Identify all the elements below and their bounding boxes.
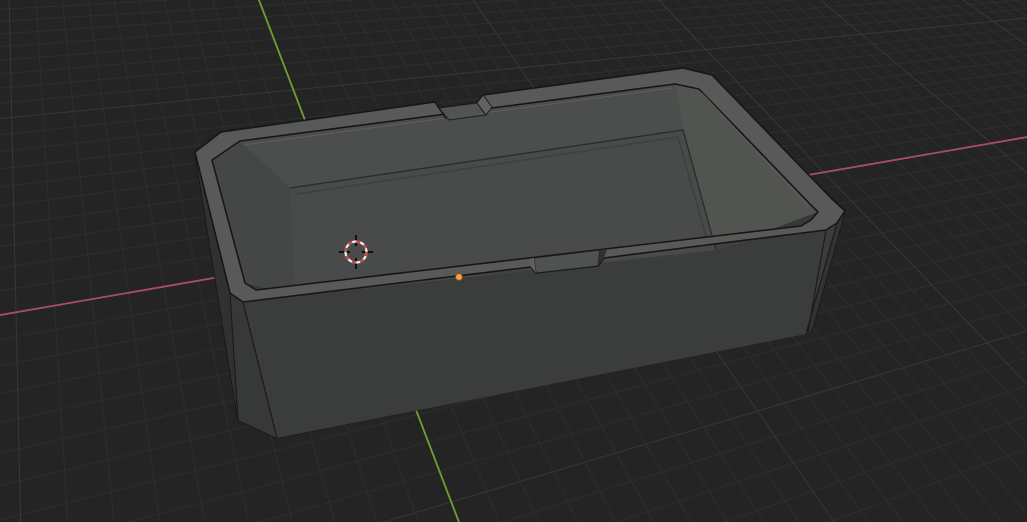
object-origin-dot (455, 273, 463, 281)
viewport-canvas[interactable] (0, 0, 1027, 522)
tray-object[interactable] (194, 67, 846, 439)
viewport-3d[interactable] (0, 0, 1027, 522)
